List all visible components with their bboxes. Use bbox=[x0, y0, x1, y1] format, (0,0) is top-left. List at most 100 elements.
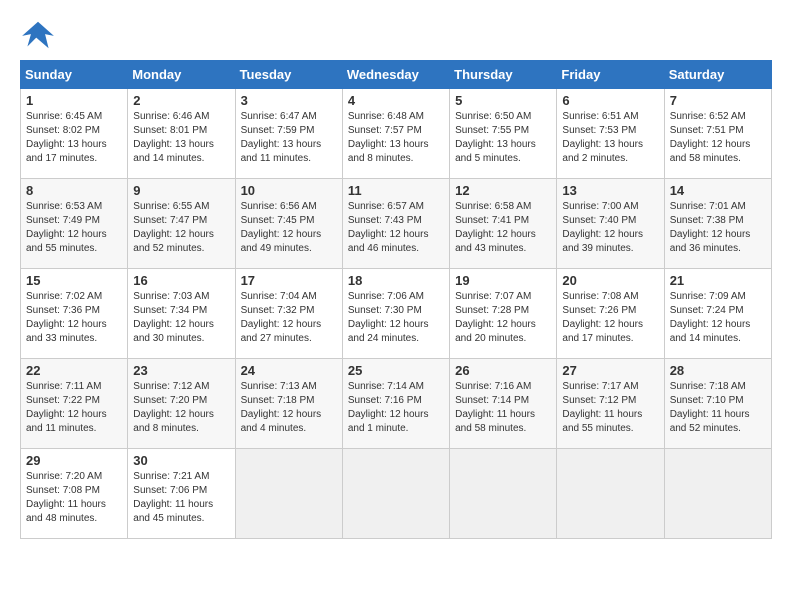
day-header-tuesday: Tuesday bbox=[235, 61, 342, 89]
sunrise-text: Sunrise: 6:56 AM bbox=[241, 201, 317, 212]
cell-info: Sunrise: 7:18 AM Sunset: 7:10 PM Dayligh… bbox=[670, 380, 766, 436]
cell-info: Sunrise: 7:20 AM Sunset: 7:08 PM Dayligh… bbox=[26, 470, 122, 526]
calendar-cell: 9 Sunrise: 6:55 AM Sunset: 7:47 PM Dayli… bbox=[128, 179, 235, 269]
calendar-cell bbox=[557, 449, 664, 539]
calendar-cell: 15 Sunrise: 7:02 AM Sunset: 7:36 PM Dayl… bbox=[21, 269, 128, 359]
daylight-text: Daylight: 11 hours and 48 minutes. bbox=[26, 499, 106, 524]
calendar-week-4: 22 Sunrise: 7:11 AM Sunset: 7:22 PM Dayl… bbox=[21, 359, 772, 449]
day-number: 30 bbox=[133, 453, 229, 468]
daylight-text: Daylight: 12 hours and 33 minutes. bbox=[26, 319, 107, 344]
cell-info: Sunrise: 7:13 AM Sunset: 7:18 PM Dayligh… bbox=[241, 380, 337, 436]
sunrise-text: Sunrise: 7:03 AM bbox=[133, 291, 209, 302]
sunset-text: Sunset: 7:45 PM bbox=[241, 215, 315, 226]
calendar-cell: 10 Sunrise: 6:56 AM Sunset: 7:45 PM Dayl… bbox=[235, 179, 342, 269]
calendar-cell: 22 Sunrise: 7:11 AM Sunset: 7:22 PM Dayl… bbox=[21, 359, 128, 449]
sunset-text: Sunset: 7:16 PM bbox=[348, 395, 422, 406]
sunset-text: Sunset: 7:18 PM bbox=[241, 395, 315, 406]
sunrise-text: Sunrise: 7:00 AM bbox=[562, 201, 638, 212]
sunset-text: Sunset: 7:12 PM bbox=[562, 395, 636, 406]
daylight-text: Daylight: 13 hours and 5 minutes. bbox=[455, 139, 536, 164]
day-number: 28 bbox=[670, 363, 766, 378]
cell-info: Sunrise: 7:00 AM Sunset: 7:40 PM Dayligh… bbox=[562, 200, 658, 256]
sunrise-text: Sunrise: 7:02 AM bbox=[26, 291, 102, 302]
sunset-text: Sunset: 7:59 PM bbox=[241, 125, 315, 136]
daylight-text: Daylight: 11 hours and 52 minutes. bbox=[670, 409, 750, 434]
day-number: 17 bbox=[241, 273, 337, 288]
daylight-text: Daylight: 11 hours and 55 minutes. bbox=[562, 409, 642, 434]
sunrise-text: Sunrise: 6:53 AM bbox=[26, 201, 102, 212]
sunset-text: Sunset: 7:43 PM bbox=[348, 215, 422, 226]
day-number: 22 bbox=[26, 363, 122, 378]
calendar-cell: 25 Sunrise: 7:14 AM Sunset: 7:16 PM Dayl… bbox=[342, 359, 449, 449]
day-header-thursday: Thursday bbox=[450, 61, 557, 89]
cell-info: Sunrise: 6:57 AM Sunset: 7:43 PM Dayligh… bbox=[348, 200, 444, 256]
day-number: 13 bbox=[562, 183, 658, 198]
calendar-cell: 17 Sunrise: 7:04 AM Sunset: 7:32 PM Dayl… bbox=[235, 269, 342, 359]
calendar-cell: 18 Sunrise: 7:06 AM Sunset: 7:30 PM Dayl… bbox=[342, 269, 449, 359]
calendar-table: SundayMondayTuesdayWednesdayThursdayFrid… bbox=[20, 60, 772, 539]
daylight-text: Daylight: 12 hours and 14 minutes. bbox=[670, 319, 751, 344]
day-header-monday: Monday bbox=[128, 61, 235, 89]
calendar-cell: 21 Sunrise: 7:09 AM Sunset: 7:24 PM Dayl… bbox=[664, 269, 771, 359]
day-number: 7 bbox=[670, 93, 766, 108]
day-number: 27 bbox=[562, 363, 658, 378]
sunrise-text: Sunrise: 6:55 AM bbox=[133, 201, 209, 212]
daylight-text: Daylight: 12 hours and 11 minutes. bbox=[26, 409, 107, 434]
day-number: 6 bbox=[562, 93, 658, 108]
calendar-cell: 4 Sunrise: 6:48 AM Sunset: 7:57 PM Dayli… bbox=[342, 89, 449, 179]
daylight-text: Daylight: 12 hours and 1 minute. bbox=[348, 409, 429, 434]
sunset-text: Sunset: 7:26 PM bbox=[562, 305, 636, 316]
sunrise-text: Sunrise: 6:45 AM bbox=[26, 111, 102, 122]
cell-info: Sunrise: 6:48 AM Sunset: 7:57 PM Dayligh… bbox=[348, 110, 444, 166]
cell-info: Sunrise: 7:04 AM Sunset: 7:32 PM Dayligh… bbox=[241, 290, 337, 346]
cell-info: Sunrise: 6:50 AM Sunset: 7:55 PM Dayligh… bbox=[455, 110, 551, 166]
day-number: 1 bbox=[26, 93, 122, 108]
sunset-text: Sunset: 7:47 PM bbox=[133, 215, 207, 226]
cell-info: Sunrise: 7:03 AM Sunset: 7:34 PM Dayligh… bbox=[133, 290, 229, 346]
calendar-cell: 12 Sunrise: 6:58 AM Sunset: 7:41 PM Dayl… bbox=[450, 179, 557, 269]
daylight-text: Daylight: 13 hours and 2 minutes. bbox=[562, 139, 643, 164]
calendar-week-5: 29 Sunrise: 7:20 AM Sunset: 7:08 PM Dayl… bbox=[21, 449, 772, 539]
sunrise-text: Sunrise: 7:14 AM bbox=[348, 381, 424, 392]
sunset-text: Sunset: 7:49 PM bbox=[26, 215, 100, 226]
sunset-text: Sunset: 7:28 PM bbox=[455, 305, 529, 316]
sunrise-text: Sunrise: 7:11 AM bbox=[26, 381, 101, 392]
calendar-cell: 28 Sunrise: 7:18 AM Sunset: 7:10 PM Dayl… bbox=[664, 359, 771, 449]
daylight-text: Daylight: 12 hours and 27 minutes. bbox=[241, 319, 322, 344]
sunrise-text: Sunrise: 7:18 AM bbox=[670, 381, 746, 392]
calendar-cell: 27 Sunrise: 7:17 AM Sunset: 7:12 PM Dayl… bbox=[557, 359, 664, 449]
sunset-text: Sunset: 7:36 PM bbox=[26, 305, 100, 316]
daylight-text: Daylight: 12 hours and 52 minutes. bbox=[133, 229, 214, 254]
day-number: 25 bbox=[348, 363, 444, 378]
sunrise-text: Sunrise: 6:51 AM bbox=[562, 111, 638, 122]
day-number: 29 bbox=[26, 453, 122, 468]
calendar-cell: 26 Sunrise: 7:16 AM Sunset: 7:14 PM Dayl… bbox=[450, 359, 557, 449]
cell-info: Sunrise: 6:47 AM Sunset: 7:59 PM Dayligh… bbox=[241, 110, 337, 166]
day-number: 20 bbox=[562, 273, 658, 288]
day-header-friday: Friday bbox=[557, 61, 664, 89]
logo bbox=[20, 20, 60, 50]
calendar-cell: 30 Sunrise: 7:21 AM Sunset: 7:06 PM Dayl… bbox=[128, 449, 235, 539]
calendar-cell: 24 Sunrise: 7:13 AM Sunset: 7:18 PM Dayl… bbox=[235, 359, 342, 449]
day-number: 4 bbox=[348, 93, 444, 108]
day-number: 14 bbox=[670, 183, 766, 198]
sunset-text: Sunset: 7:32 PM bbox=[241, 305, 315, 316]
cell-info: Sunrise: 6:58 AM Sunset: 7:41 PM Dayligh… bbox=[455, 200, 551, 256]
daylight-text: Daylight: 11 hours and 58 minutes. bbox=[455, 409, 535, 434]
sunrise-text: Sunrise: 6:57 AM bbox=[348, 201, 424, 212]
calendar-cell: 5 Sunrise: 6:50 AM Sunset: 7:55 PM Dayli… bbox=[450, 89, 557, 179]
cell-info: Sunrise: 6:46 AM Sunset: 8:01 PM Dayligh… bbox=[133, 110, 229, 166]
sunset-text: Sunset: 7:40 PM bbox=[562, 215, 636, 226]
calendar-cell bbox=[664, 449, 771, 539]
calendar-cell: 2 Sunrise: 6:46 AM Sunset: 8:01 PM Dayli… bbox=[128, 89, 235, 179]
sunrise-text: Sunrise: 7:20 AM bbox=[26, 471, 102, 482]
day-number: 15 bbox=[26, 273, 122, 288]
calendar-cell: 20 Sunrise: 7:08 AM Sunset: 7:26 PM Dayl… bbox=[557, 269, 664, 359]
sunrise-text: Sunrise: 6:46 AM bbox=[133, 111, 209, 122]
day-number: 26 bbox=[455, 363, 551, 378]
cell-info: Sunrise: 7:11 AM Sunset: 7:22 PM Dayligh… bbox=[26, 380, 122, 436]
day-number: 8 bbox=[26, 183, 122, 198]
sunset-text: Sunset: 7:53 PM bbox=[562, 125, 636, 136]
cell-info: Sunrise: 7:09 AM Sunset: 7:24 PM Dayligh… bbox=[670, 290, 766, 346]
cell-info: Sunrise: 6:56 AM Sunset: 7:45 PM Dayligh… bbox=[241, 200, 337, 256]
